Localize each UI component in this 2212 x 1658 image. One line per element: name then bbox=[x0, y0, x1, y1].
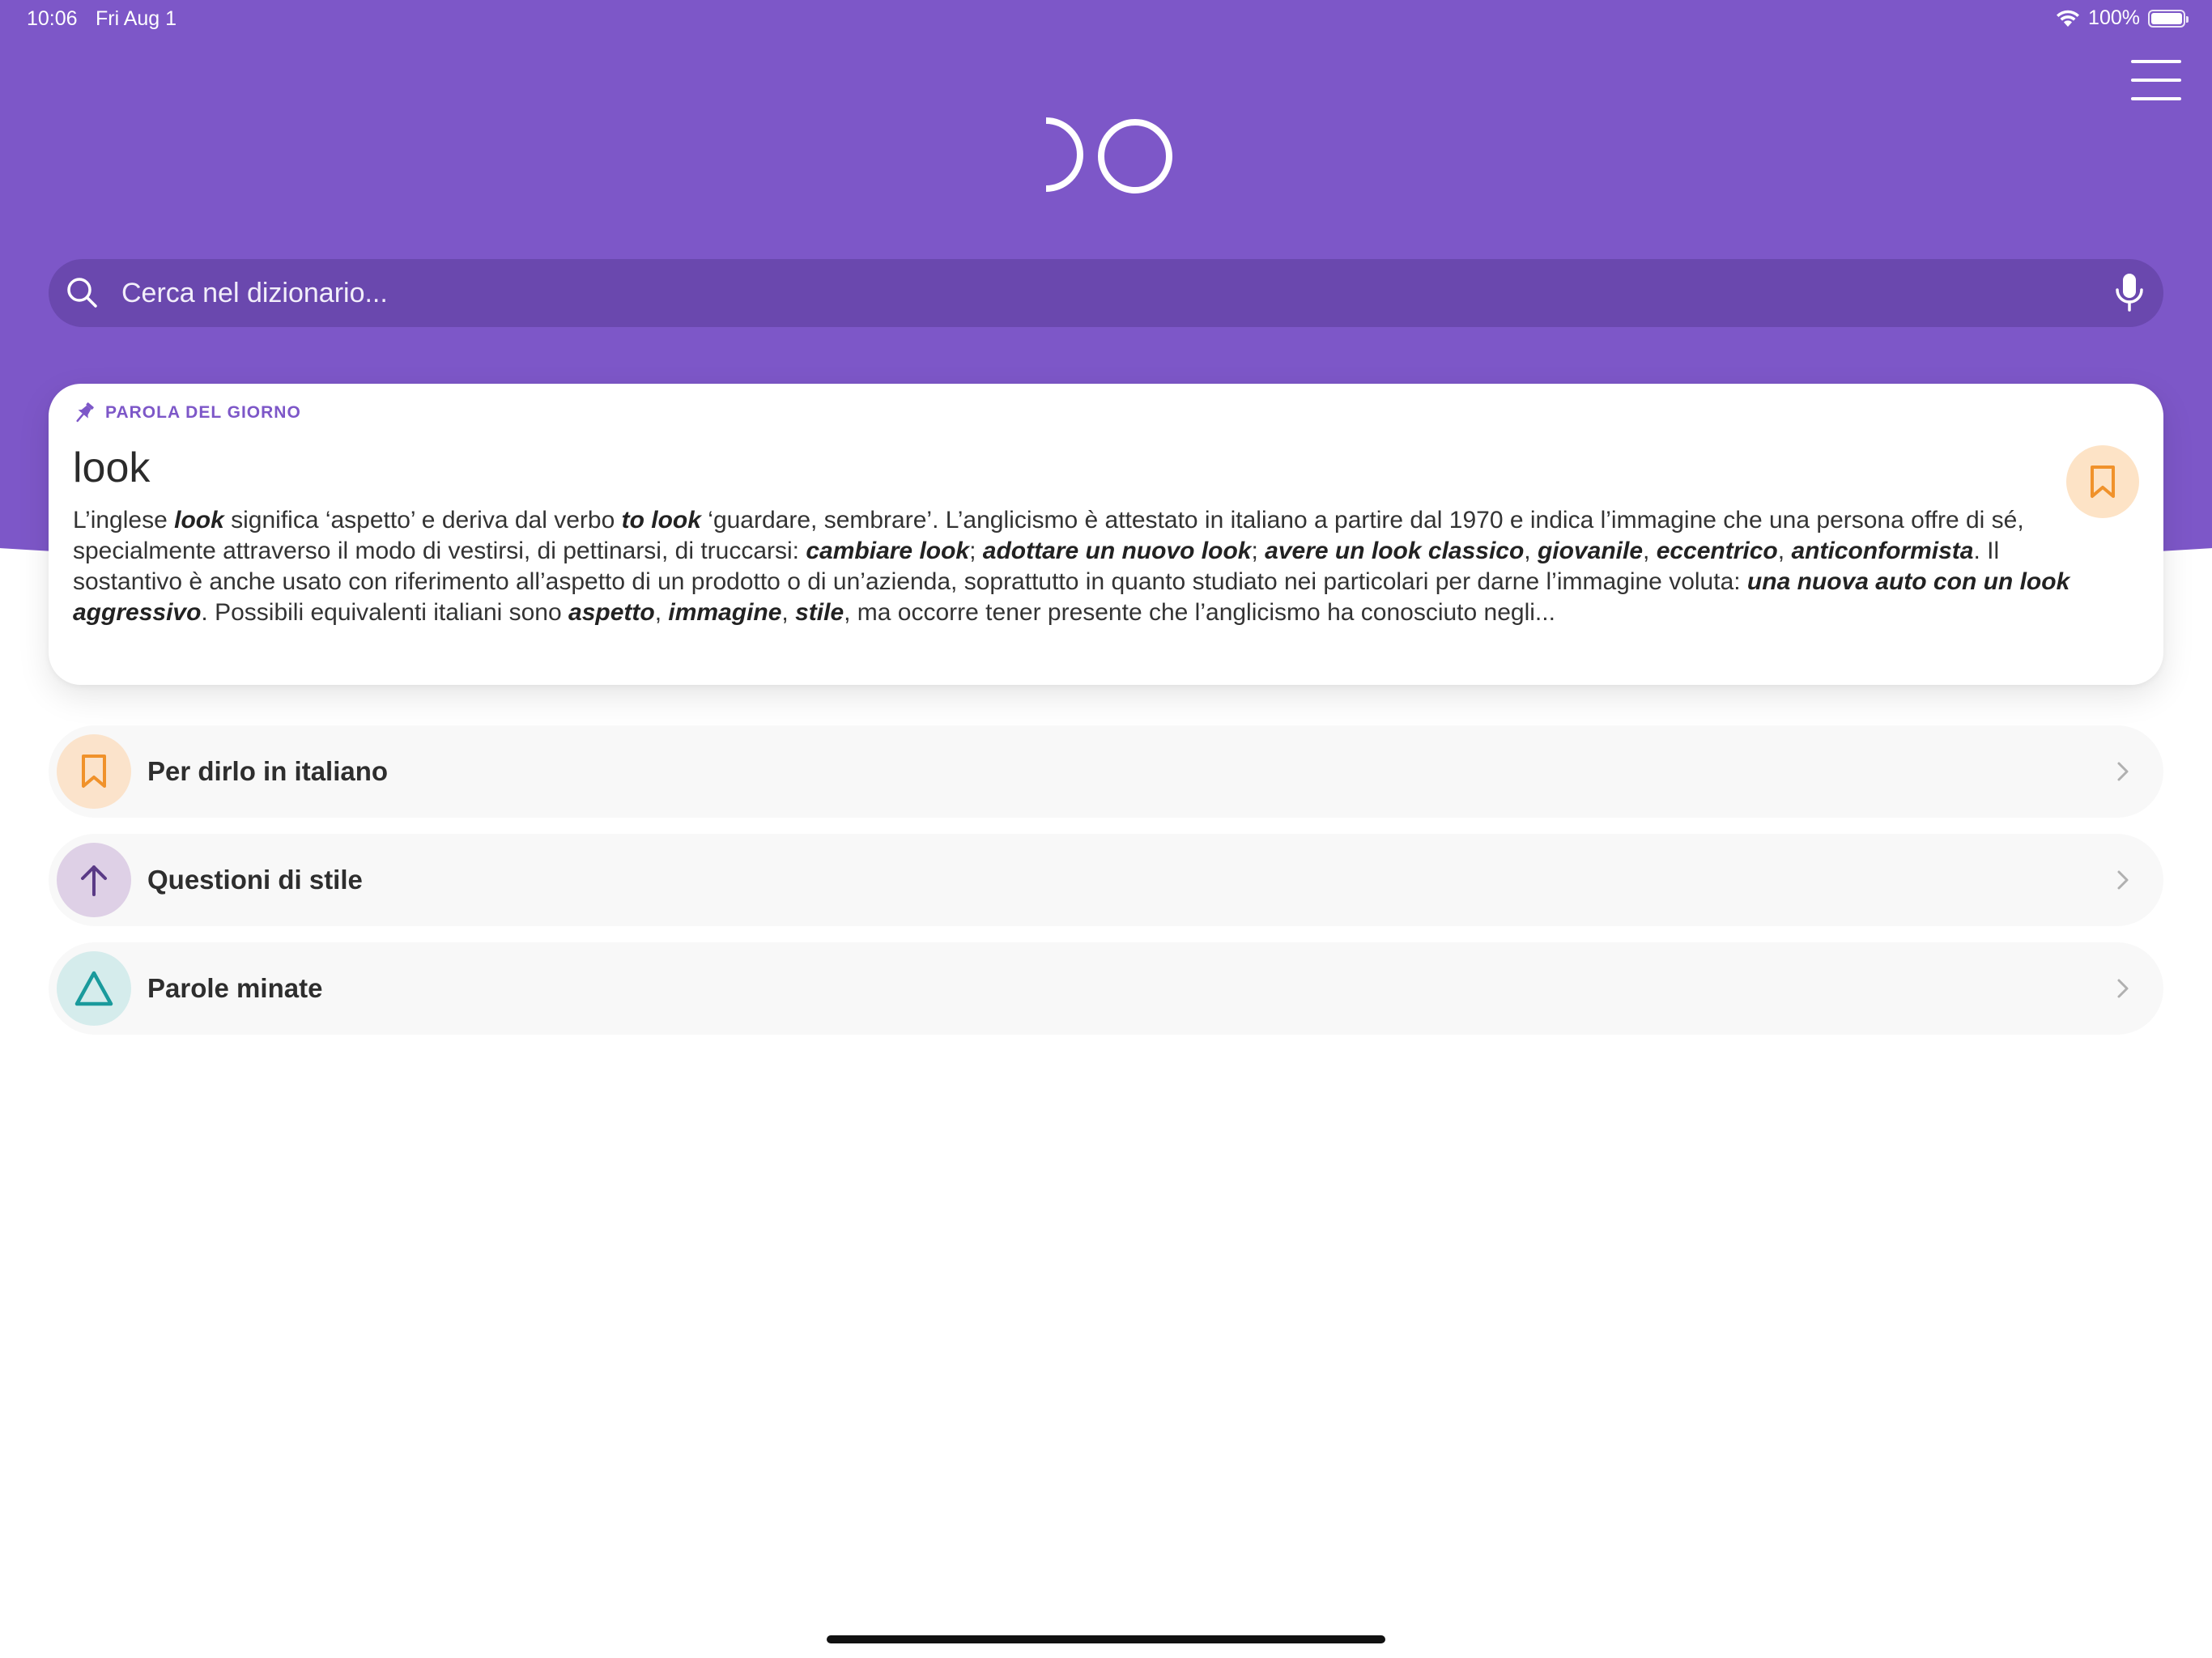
bookmark-icon bbox=[2091, 466, 2115, 498]
description-text: , bbox=[654, 599, 669, 626]
chevron-right-icon bbox=[2117, 870, 2129, 890]
description-term: stile bbox=[795, 599, 844, 626]
word-of-the-day-label: PAROLA DEL GIORNO bbox=[105, 403, 301, 422]
word-of-the-day-description: L’inglese look significa ‘aspetto’ e der… bbox=[73, 505, 2097, 628]
list-item-parole-minate[interactable]: Parole minate bbox=[49, 942, 2163, 1035]
description-text: , bbox=[1643, 538, 1657, 564]
arrow-up-icon bbox=[81, 865, 107, 896]
list-item-label: Parole minate bbox=[147, 973, 323, 1003]
app-screen: 10:06 Fri Aug 1 100% Cerca nel dizionari… bbox=[0, 0, 2212, 1658]
description-text: , ma occorre tener presente che l’anglic… bbox=[844, 599, 1555, 626]
bookmark-icon bbox=[82, 755, 106, 788]
description-term: adottare un nuovo look bbox=[982, 538, 1252, 564]
description-text: , bbox=[1524, 538, 1538, 564]
description-term: giovanile bbox=[1537, 538, 1644, 564]
description-text: significa ‘aspetto’ e deriva dal verbo bbox=[223, 507, 622, 534]
menu-line bbox=[2131, 97, 2181, 100]
description-text: ; bbox=[1251, 538, 1266, 564]
pin-icon bbox=[76, 402, 94, 423]
description-term: immagine bbox=[668, 599, 782, 626]
description-text: ; bbox=[969, 538, 983, 564]
description-term: cambiare look bbox=[806, 538, 970, 564]
hamburger-menu-icon[interactable] bbox=[2131, 60, 2181, 100]
search-icon bbox=[67, 278, 97, 308]
triangle-icon bbox=[74, 971, 113, 1006]
battery-level bbox=[2151, 12, 2182, 24]
word-of-the-day-word: look bbox=[73, 444, 151, 491]
description-term: avere un look classico bbox=[1265, 538, 1525, 564]
search-input[interactable] bbox=[121, 259, 2065, 327]
battery-percentage: 100% bbox=[2088, 6, 2140, 29]
description-text: L’inglese bbox=[73, 507, 175, 534]
status-time: 10:06 bbox=[27, 7, 78, 30]
wifi-icon bbox=[2057, 10, 2080, 27]
menu-line bbox=[2131, 60, 2181, 63]
list-icon-circle bbox=[57, 734, 131, 809]
app-logo bbox=[1045, 117, 1172, 193]
list-icon-circle bbox=[57, 843, 131, 917]
home-indicator[interactable] bbox=[827, 1635, 1385, 1643]
chevron-right-icon bbox=[2117, 979, 2129, 998]
list-item-label: Questioni di stile bbox=[147, 865, 363, 895]
description-text: , bbox=[1777, 538, 1792, 564]
description-term: eccentrico bbox=[1656, 538, 1778, 564]
description-text: . Possibili equivalenti italiani sono bbox=[201, 599, 569, 626]
description-term: to look bbox=[621, 507, 701, 534]
battery-icon bbox=[2148, 9, 2189, 28]
chevron-right-icon bbox=[2117, 762, 2129, 781]
word-of-the-day-card[interactable]: PAROLA DEL GIORNO look L’inglese look si… bbox=[49, 384, 2163, 685]
status-right: 100% bbox=[2056, 6, 2189, 30]
list-item-questioni-di-stile[interactable]: Questioni di stile bbox=[49, 834, 2163, 926]
menu-line bbox=[2131, 79, 2181, 82]
list-item-label: Per dirlo in italiano bbox=[147, 756, 389, 786]
microphone-icon[interactable] bbox=[2113, 272, 2146, 314]
status-bar: 10:06 Fri Aug 1 100% bbox=[0, 0, 2212, 39]
status-date: Fri Aug 1 bbox=[96, 7, 177, 30]
description-text: , bbox=[781, 599, 796, 626]
description-term: anticonformista bbox=[1791, 538, 1974, 564]
search-bar[interactable] bbox=[49, 259, 2163, 327]
list-item-per-dirlo-in-italiano[interactable]: Per dirlo in italiano bbox=[49, 725, 2163, 818]
word-of-the-day-header: PAROLA DEL GIORNO bbox=[71, 400, 301, 426]
description-term: aspetto bbox=[568, 599, 655, 626]
description-term: look bbox=[174, 507, 224, 534]
list-icon-circle bbox=[57, 951, 131, 1026]
